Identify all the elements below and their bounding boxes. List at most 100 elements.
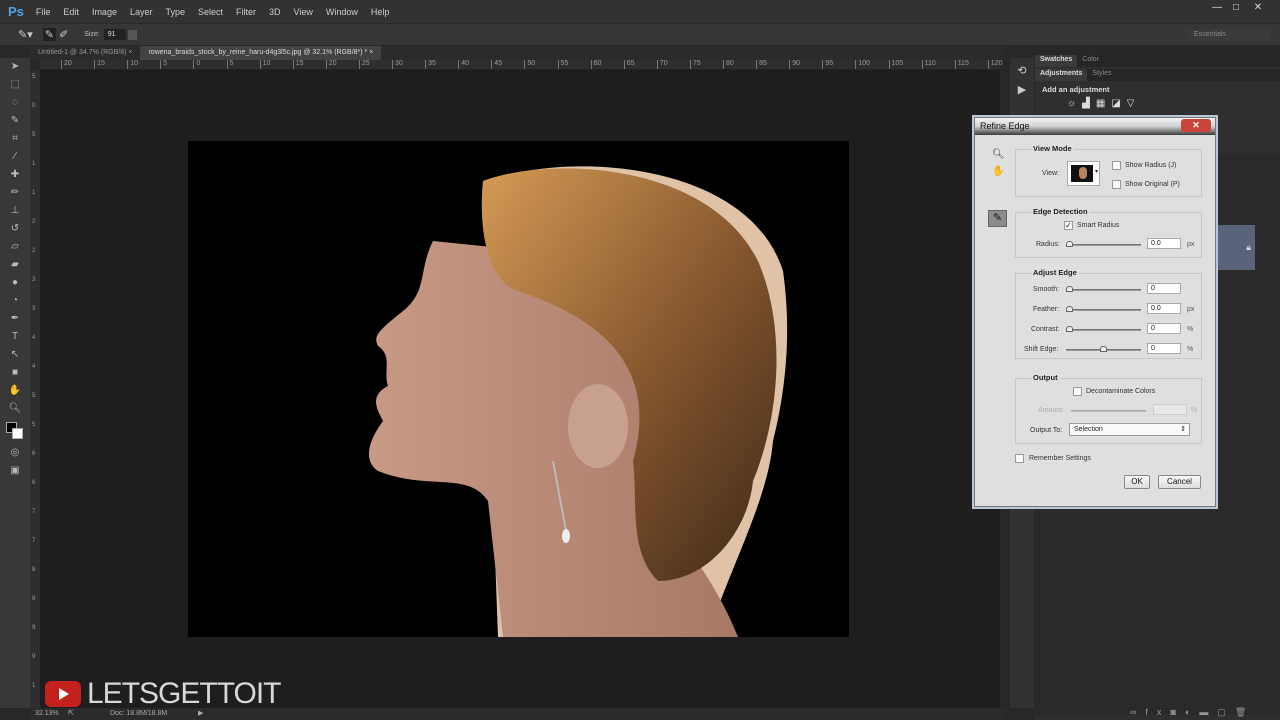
stamp-tool-icon[interactable]: ⊥ [0,202,30,220]
menu-image[interactable]: Image [92,7,117,17]
dialog-close-button[interactable]: ✕ [1181,119,1211,132]
tab-swatches[interactable]: Swatches [1035,55,1078,67]
adjustment-layer-icon[interactable]: ◐ [1185,707,1199,717]
close-window-button[interactable]: ✕ [1248,0,1268,16]
type-tool-icon[interactable]: T [0,328,30,346]
tab-styles[interactable]: Styles [1087,69,1116,81]
menu-layer[interactable]: Layer [130,7,153,17]
refine-radius-tool-icon[interactable]: ✎ [988,210,1007,227]
radius-slider[interactable] [1066,241,1141,247]
tab-adjustments[interactable]: Adjustments [1035,69,1088,81]
menu-window[interactable]: Window [326,7,358,17]
curves-icon[interactable]: ▦ [1096,98,1111,109]
menu-select[interactable]: Select [198,7,223,17]
ruler-tick-label: 65 [623,60,634,69]
contrast-input[interactable]: 0 [1147,323,1181,334]
show-radius-checkbox[interactable] [1112,161,1121,170]
menu-view[interactable]: View [294,7,313,17]
cancel-button[interactable]: Cancel [1158,475,1201,489]
marquee-tool-icon[interactable]: ⬚ [0,76,30,94]
hand-tool-icon[interactable]: ✋ [0,382,30,400]
healing-tool-icon[interactable]: ✚ [0,166,30,184]
brush-tool-icon[interactable]: ✏ [0,184,30,202]
slider-knob[interactable] [1066,241,1073,247]
feather-slider[interactable] [1066,306,1141,312]
tab-untitled[interactable]: Untitled-1 @ 34.7% (RGB/8) × [30,46,140,60]
tab-close-icon[interactable]: × [369,49,373,56]
decontaminate-checkbox[interactable] [1073,387,1082,396]
output-to-select[interactable]: Selection ⇕ [1069,423,1190,436]
tab-color[interactable]: Color [1077,55,1104,67]
shift-edge-slider[interactable] [1066,346,1141,352]
ok-button[interactable]: OK [1124,475,1150,489]
fx-icon[interactable]: fx [1145,707,1170,717]
mask-icon[interactable]: ◙ [1170,707,1184,717]
radius-input[interactable]: 0.0 [1147,238,1181,249]
tab-rowena[interactable]: rowena_braids_stock_by_reine_haru-d4g3l5… [140,46,382,60]
eraser-tool-icon[interactable]: ▱ [0,238,30,256]
gradient-map-icon[interactable]: ▽ [1127,98,1141,109]
trash-icon[interactable]: 🗑︎ [1235,707,1255,717]
new-layer-icon[interactable]: ▢ [1217,707,1235,717]
smart-radius-checkbox[interactable]: ✓ [1064,221,1073,230]
slider-knob[interactable] [1100,346,1107,352]
menu-filter[interactable]: Filter [236,7,256,17]
quick-select-tool-icon[interactable]: ✎ [0,112,30,130]
size-dropdown[interactable] [127,29,137,40]
history-brush-icon[interactable]: ↺ [0,220,30,238]
history-panel-icon[interactable]: ⟲ [1010,64,1034,77]
size-input[interactable]: 91 [103,29,126,40]
folder-icon[interactable]: ▬ [1199,707,1217,717]
shape-tool-icon[interactable]: ■ [0,364,30,382]
levels-icon[interactable]: ▟ [1082,98,1096,109]
view-mode-dropdown[interactable]: ▾ [1067,161,1100,186]
remember-settings-label: Remember Settings [1029,455,1091,462]
smooth-slider[interactable] [1066,286,1141,292]
contrast-slider[interactable] [1066,326,1141,332]
blur-tool-icon[interactable]: ● [0,274,30,292]
color-swatches-icon[interactable] [0,418,30,444]
zoom-level[interactable]: 32.13% [35,710,59,717]
zoom-tool-icon[interactable]: 🔍︎ [0,400,30,418]
erase-refinements-icon[interactable]: ✐ [59,28,68,41]
smooth-input[interactable]: 0 [1147,283,1181,294]
menu-3d[interactable]: 3D [269,7,281,17]
menu-type[interactable]: Type [165,7,185,17]
refine-radius-tool-icon[interactable]: ✎▾ [18,28,33,41]
slider-knob[interactable] [1066,286,1073,292]
gradient-tool-icon[interactable]: ▰ [0,256,30,274]
lasso-tool-icon[interactable]: ◌ [0,94,30,112]
refine-radius-icon[interactable]: ✎ [42,28,56,41]
maximize-button[interactable]: □ [1226,0,1246,16]
ruler-tick-label: 1 [32,161,36,167]
hand-tool-icon[interactable]: ✋ [992,166,1004,177]
workspace-select[interactable]: Essentials [1188,29,1270,41]
menu-edit[interactable]: Edit [63,7,79,17]
tab-close-icon[interactable]: × [128,49,132,56]
ruler-tick-label: 6 [32,480,36,486]
menu-file[interactable]: File [36,7,51,17]
path-select-icon[interactable]: ↖ [0,346,30,364]
crop-tool-icon[interactable]: ⌗ [0,130,30,148]
move-tool-icon[interactable]: ➤ [0,58,30,76]
document-image[interactable] [188,141,849,638]
quick-mask-icon[interactable]: ◎ [0,444,30,462]
exposure-icon[interactable]: ◪ [1111,98,1126,109]
pen-tool-icon[interactable]: ✒ [0,310,30,328]
link-icon[interactable]: ∞ [1130,707,1145,717]
remember-settings-checkbox[interactable] [1015,454,1024,463]
minimize-button[interactable]: — [1207,0,1227,16]
screen-mode-icon[interactable]: ▣ [0,462,30,480]
dodge-tool-icon[interactable]: ◔ [0,292,30,310]
menu-help[interactable]: Help [371,7,390,17]
slider-knob[interactable] [1066,326,1073,332]
eyedropper-tool-icon[interactable]: ⁄ [0,148,30,166]
brightness-icon[interactable]: ☼ [1067,98,1082,109]
feather-input[interactable]: 0.0 [1147,303,1181,314]
actions-panel-icon[interactable]: ▶ [1010,83,1034,96]
slider-knob[interactable] [1066,306,1073,312]
zoom-tool-icon[interactable]: 🔍︎ [992,149,1005,160]
shift-edge-input[interactable]: 0 [1147,343,1181,354]
layer-thumbnail[interactable]: 🔒︎ [1210,225,1255,270]
show-original-checkbox[interactable] [1112,180,1121,189]
